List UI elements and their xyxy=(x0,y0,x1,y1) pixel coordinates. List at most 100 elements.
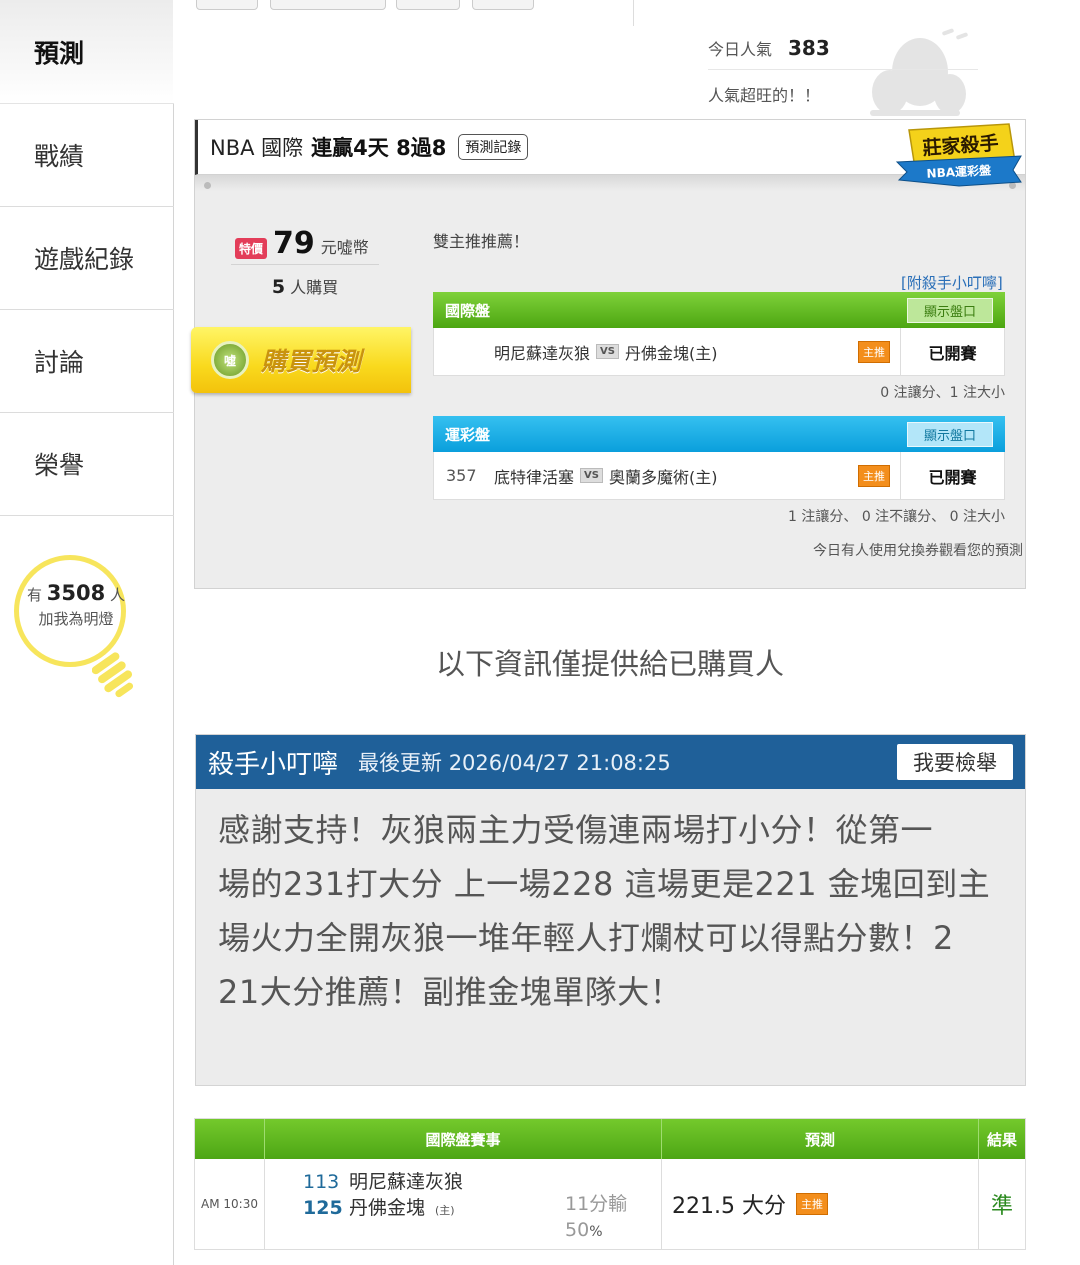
international-board: 國際盤 顯示盤口 明尼蘇達灰狼 VS 丹佛金塊(主) 主推 已開賽 0 注讓分、… xyxy=(433,292,1005,402)
comment-line: 感謝支持！灰狼兩主力受傷連兩場打小分！從第一 xyxy=(218,811,934,849)
sidebar-item-label: 遊戲紀錄 xyxy=(34,244,135,274)
popularity-note: 人氣超旺的！！ xyxy=(708,86,821,105)
prediction-card: NBA 國際 連贏4天 8過8 預測記錄 莊家殺手 NBA運彩盤 特價 79 元… xyxy=(191,119,1026,589)
prediction-cell: 221.5 大分 主推 xyxy=(662,1159,979,1249)
sidebar-item-record[interactable]: 戰績 xyxy=(0,103,174,207)
price: 特價 79 元噓幣 xyxy=(235,226,385,261)
killer-tips-panel: 殺手小叮嚀 最後更新 2026/04/27 21:08:25 我要檢舉 感謝支持… xyxy=(195,734,1026,1086)
sidebar-item-game-log[interactable]: 遊戲紀錄 xyxy=(0,206,174,310)
table-header: 國際盤賽事 預測 結果 xyxy=(195,1119,1025,1159)
pin-icon xyxy=(204,182,211,189)
main-pick-tag: 主推 xyxy=(795,1193,828,1215)
badge-icon: 莊家殺手 NBA運彩盤 xyxy=(895,123,1022,187)
fans-count: 3508 xyxy=(46,581,106,605)
spread-text: 11分輸 xyxy=(565,1193,628,1215)
main-pick-tag: 主推 xyxy=(858,464,890,487)
prediction-value: 221.5 大分 xyxy=(672,1194,786,1219)
board-row: 明尼蘇達灰狼 VS 丹佛金塊(主) 主推 已開賽 xyxy=(433,328,1005,376)
header-prediction: 預測 xyxy=(662,1119,979,1159)
popularity-value: 383 xyxy=(788,36,830,60)
prediction-record-button[interactable]: 預測記錄 xyxy=(458,134,529,160)
game-status: 已開賽 xyxy=(900,328,1004,375)
comment-line: 21大分推薦！副推金塊單隊大！ xyxy=(218,973,683,1011)
comment-line: 場的231打大分 上一場228 這場更是221 金塊回到主 xyxy=(218,865,991,903)
main-pick-tag: 主推 xyxy=(858,340,890,363)
sidebar-item-label: 榮譽 xyxy=(34,450,85,480)
buyers-only-note: 以下資訊僅提供給已購買人 xyxy=(435,647,784,681)
buy-prediction-label: 購買預測 xyxy=(261,347,362,376)
away-team: 明尼蘇達灰狼 xyxy=(494,343,591,363)
buyer-count-label: 人購買 xyxy=(290,278,339,297)
matchup: 底特律活塞 VS 奧蘭多魔術(主) xyxy=(494,464,858,488)
buy-prediction-button[interactable]: 噓 購買預測 xyxy=(191,327,411,393)
vs-icon: VS xyxy=(596,344,619,359)
board-row: 357 底特律活塞 VS 奧蘭多魔術(主) 主推 已開賽 xyxy=(433,452,1005,500)
show-odds-button[interactable]: 顯示盤口 xyxy=(906,297,993,323)
lightbulb-base-icon xyxy=(92,652,134,698)
comment-header: 殺手小叮嚀 最後更新 2026/04/27 21:08:25 我要檢舉 xyxy=(196,735,1025,789)
comment-author: 殺手小叮嚀 xyxy=(208,749,339,780)
price-amount: 79 xyxy=(273,226,315,261)
vs-icon: VS xyxy=(580,468,603,483)
comment-body: 感謝支持！灰狼兩主力受傷連兩場打小分！從第一 場的231打大分 上一場228 這… xyxy=(196,789,1025,1033)
report-button[interactable]: 我要檢舉 xyxy=(897,744,1013,780)
top-tag[interactable] xyxy=(270,0,386,10)
game-time: AM 10:30 xyxy=(195,1159,265,1249)
spread-info: 11分輸 50% xyxy=(565,1191,627,1245)
popularity-panel: 今日人氣 383 人氣超旺的！！ xyxy=(708,36,978,106)
fans-suffix: 人 xyxy=(110,586,126,604)
table-row: AM 10:30 113 明尼蘇達灰狼 125 丹佛金塊 (主) 11分輸 50… xyxy=(195,1159,1025,1249)
board-header: 運彩盤 顯示盤口 xyxy=(433,416,1005,452)
coupon-note: 今日有人使用兌換券觀看您的預測 xyxy=(813,543,1023,559)
game-number: 357 xyxy=(446,466,477,485)
comment-updated: 最後更新 2026/04/27 21:08:25 xyxy=(358,751,671,775)
away-team: 底特律活塞 xyxy=(494,467,575,487)
recommend-text: 雙主推推薦！ xyxy=(433,232,530,251)
game-status: 已開賽 xyxy=(900,452,1004,499)
header-time xyxy=(195,1119,265,1159)
result-value: 準 xyxy=(990,1194,1013,1219)
home-mark: (主) xyxy=(435,1204,455,1217)
sidebar-item-label: 預測 xyxy=(34,38,85,68)
comment-line: 場火力全開灰狼一堆年輕人打爛杖可以得點分數！2 xyxy=(218,919,954,957)
coin-icon: 噓 xyxy=(211,341,249,379)
fans-count-line: 有 3508 人 xyxy=(20,581,132,605)
home-score: 125 xyxy=(303,1197,343,1219)
away-score: 113 xyxy=(303,1171,340,1193)
league-label: NBA 國際 xyxy=(210,136,304,160)
show-odds-button[interactable]: 顯示盤口 xyxy=(906,421,993,447)
fans-counter[interactable]: 有 3508 人 加我為明燈 xyxy=(10,555,170,705)
top-tag[interactable] xyxy=(396,0,460,10)
matchup: 明尼蘇達灰狼 VS 丹佛金塊(主) xyxy=(494,340,858,364)
board-summary: 1 注讓分、 0 注不讓分、 0 注大小 xyxy=(788,509,1005,525)
spread-percent: 50% xyxy=(565,1217,627,1245)
header-event: 國際盤賽事 xyxy=(265,1119,662,1159)
board-summary: 0 注讓分、1 注大小 xyxy=(880,385,1005,401)
popularity-row: 今日人氣 383 xyxy=(708,36,978,70)
board-title: 國際盤 xyxy=(445,301,491,320)
top-tag[interactable] xyxy=(196,0,258,10)
popularity-label: 今日人氣 xyxy=(708,40,773,59)
special-price-tag: 特價 xyxy=(235,238,268,259)
results-table: 國際盤賽事 預測 結果 AM 10:30 113 明尼蘇達灰狼 125 丹佛金塊… xyxy=(194,1118,1026,1250)
result-matchup: 113 明尼蘇達灰狼 125 丹佛金塊 (主) 11分輸 50% xyxy=(265,1159,662,1249)
sidebar-item-discussion[interactable]: 討論 xyxy=(0,309,174,413)
home-team: 奧蘭多魔術(主) xyxy=(608,467,718,487)
fans-label: 加我為明燈 xyxy=(38,610,114,628)
streak-label: 連贏4天 8過8 xyxy=(311,136,447,160)
sidebar-item-predict[interactable]: 預測 xyxy=(0,0,175,104)
price-unit: 元噓幣 xyxy=(320,238,369,257)
sidebar: 預測 戰績 遊戲紀錄 討論 榮譽 有 3508 人 加我為明燈 xyxy=(0,0,175,1265)
killer-tips-link[interactable]: [附殺手小叮嚀] xyxy=(901,272,1003,293)
sidebar-item-honor[interactable]: 榮譽 xyxy=(0,412,174,516)
divider xyxy=(231,264,379,265)
home-team: 丹佛金塊 xyxy=(349,1197,426,1219)
divider xyxy=(633,0,634,26)
away-team: 明尼蘇達灰狼 xyxy=(349,1171,464,1193)
top-tag[interactable] xyxy=(472,0,534,10)
header-result: 結果 xyxy=(986,1130,1017,1149)
percent-sign: % xyxy=(589,1224,603,1240)
sidebar-item-label: 戰績 xyxy=(34,141,85,171)
buyer-count-number: 5 xyxy=(271,276,286,298)
fans-prefix: 有 xyxy=(26,586,42,604)
